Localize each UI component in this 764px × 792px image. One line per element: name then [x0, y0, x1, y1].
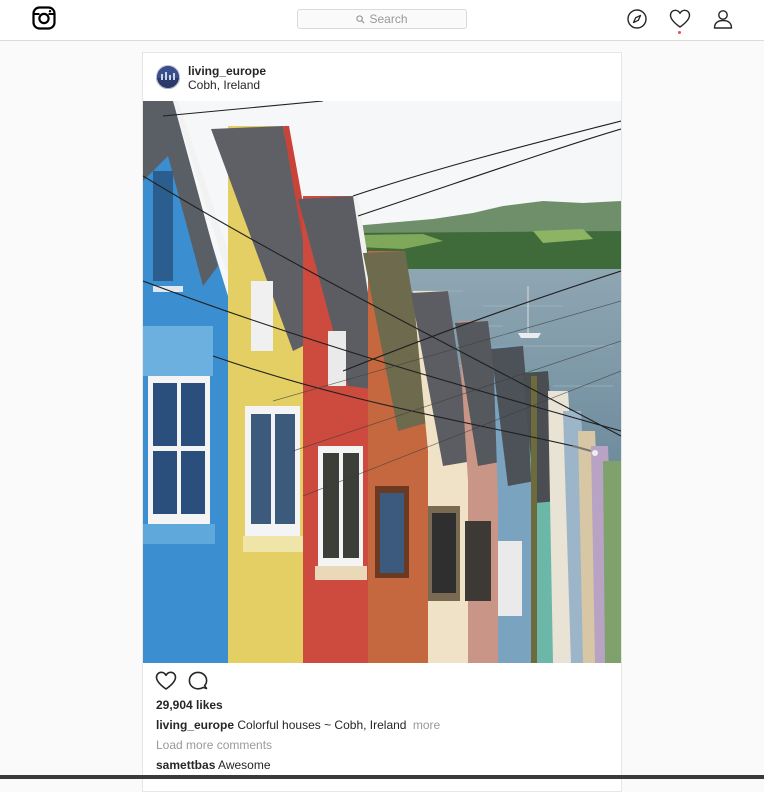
- search-placeholder: Search: [369, 12, 408, 26]
- notification-dot: [678, 31, 681, 34]
- likes-count[interactable]: 29,904 likes: [156, 698, 223, 712]
- caption-more-link[interactable]: more: [413, 718, 440, 732]
- comment-text: Awesome: [218, 758, 271, 772]
- like-heart-icon[interactable]: [155, 670, 177, 692]
- load-more-comments-link[interactable]: Load more comments: [156, 738, 272, 752]
- comment-bubble-icon[interactable]: [187, 670, 209, 692]
- feed-post: living_europe Cobh, Ireland 29,904 likes…: [142, 52, 622, 792]
- caption-text: Colorful houses ~ Cobh, Ireland: [237, 718, 407, 732]
- profile-user-icon[interactable]: [712, 8, 734, 30]
- explore-compass-icon[interactable]: [626, 8, 648, 30]
- activity-heart-icon[interactable]: [669, 8, 691, 30]
- window-bottom-edge: [0, 775, 764, 779]
- post-photo[interactable]: [143, 101, 621, 663]
- post-caption: living_europe Colorful houses ~ Cobh, Ir…: [156, 718, 440, 732]
- comment-username[interactable]: samettbas: [156, 758, 215, 772]
- caption-username[interactable]: living_europe: [156, 718, 234, 732]
- avatar-image: [156, 65, 180, 89]
- avatar[interactable]: [156, 65, 180, 89]
- comment-item: samettbas Awesome: [156, 758, 271, 772]
- instagram-logo-icon[interactable]: [32, 6, 56, 30]
- post-location[interactable]: Cobh, Ireland: [188, 78, 260, 92]
- top-nav-bar: Search: [0, 0, 764, 41]
- search-icon: [356, 14, 365, 24]
- houses-photo-image: [143, 101, 621, 663]
- search-input[interactable]: Search: [297, 9, 467, 29]
- post-username[interactable]: living_europe: [188, 64, 266, 78]
- post-header: living_europe Cobh, Ireland: [143, 53, 621, 102]
